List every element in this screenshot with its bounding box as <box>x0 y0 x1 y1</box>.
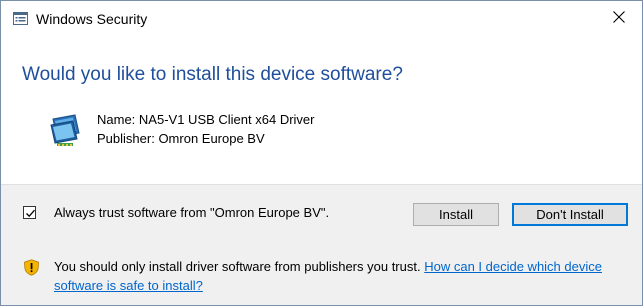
close-icon <box>613 10 625 28</box>
window-title: Windows Security <box>36 11 148 27</box>
close-button[interactable] <box>596 1 642 37</box>
driver-publisher-value: Omron Europe BV <box>158 131 265 146</box>
window-app-icon <box>13 12 28 25</box>
checkmark-icon <box>26 209 35 218</box>
install-button[interactable]: Install <box>413 203 499 226</box>
driver-name-row: Name: NA5-V1 USB Client x64 Driver <box>97 110 314 129</box>
trust-checkbox-label[interactable]: Always trust software from "Omron Europe… <box>54 204 329 222</box>
warning-message: You should only install driver software … <box>54 257 634 295</box>
warning-footer: You should only install driver software … <box>1 241 642 305</box>
network-adapter-icon <box>49 113 85 149</box>
action-bar: Always trust software from "Omron Europe… <box>1 184 642 242</box>
shield-warning-icon <box>23 259 40 276</box>
title-bar[interactable]: Windows Security <box>1 1 642 37</box>
driver-publisher-row: Publisher: Omron Europe BV <box>97 129 314 148</box>
trust-checkbox[interactable] <box>23 206 36 219</box>
driver-publisher-label: Publisher: <box>97 131 155 146</box>
driver-name-label: Name: <box>97 112 136 127</box>
dont-install-button[interactable]: Don't Install <box>512 203 628 226</box>
driver-info: Name: NA5-V1 USB Client x64 Driver Publi… <box>97 110 314 148</box>
warning-text: You should only install driver software … <box>54 259 421 274</box>
dialog-heading: Would you like to install this device so… <box>22 64 403 85</box>
driver-name-value: NA5-V1 USB Client x64 Driver <box>138 112 315 127</box>
security-dialog: Windows Security Would you like to insta… <box>0 0 643 306</box>
